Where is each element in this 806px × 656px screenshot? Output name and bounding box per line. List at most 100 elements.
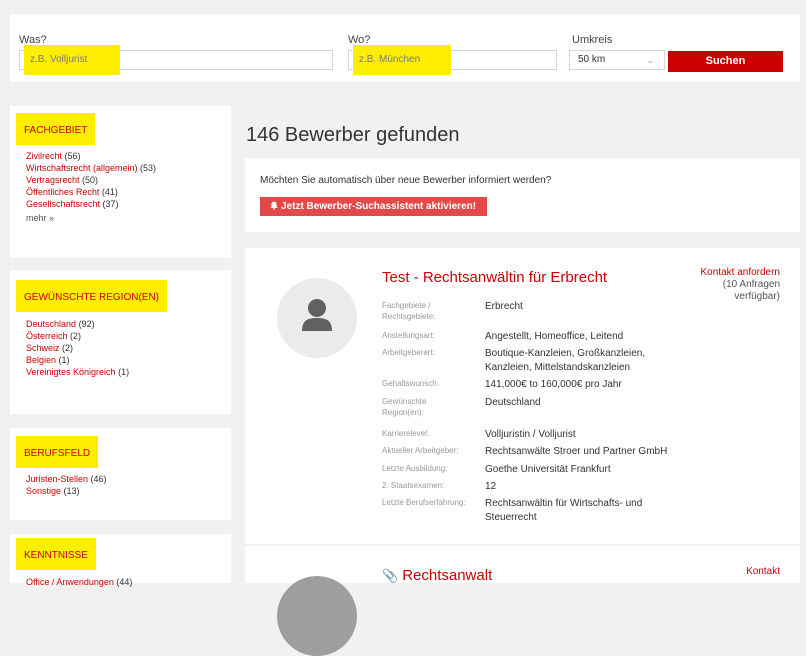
chevron-down-icon: ⌄ bbox=[646, 55, 654, 65]
facet-item-count: (56) bbox=[64, 151, 81, 161]
facet-item[interactable]: Deutschland (92) bbox=[26, 318, 129, 330]
detail-label: Letzte Ausbildung: bbox=[382, 464, 448, 473]
bell-icon bbox=[270, 201, 278, 210]
kontakt-anfordern-link[interactable]: Kontakt anfordern (10 Anfragen verfügbar… bbox=[695, 267, 781, 303]
facet-item-label[interactable]: Schweiz bbox=[26, 343, 60, 353]
activate-assistant-button[interactable]: Jetzt Bewerber-Suchassistent aktivieren! bbox=[260, 197, 488, 216]
facet-item-label[interactable]: Zivilrecht bbox=[26, 151, 62, 161]
facet-item-count: (92) bbox=[78, 319, 95, 329]
facet-item-count: (44) bbox=[116, 577, 133, 587]
facet-item[interactable]: Österreich (2) bbox=[26, 330, 129, 342]
wo-input[interactable]: z.B. München bbox=[348, 45, 557, 75]
kontakt-link[interactable]: Kontakt bbox=[746, 566, 780, 578]
facet-item[interactable]: Office / Anwendungen (44) bbox=[26, 576, 132, 588]
facet-item-label[interactable]: Sonstige bbox=[26, 486, 61, 496]
facet-fachgebiet: FACHGEBIET Zivilrecht (56) Wirtschaftsre… bbox=[10, 106, 231, 258]
kontakt-sub: (10 Anfragen verfügbar) bbox=[722, 279, 780, 302]
was-placeholder: z.B. Volljurist bbox=[24, 45, 120, 75]
user-icon bbox=[302, 299, 332, 331]
kontakt-label[interactable]: Kontakt anfordern bbox=[695, 267, 781, 279]
card-title-wrap[interactable]: 📎 Rechtsanwalt bbox=[382, 567, 492, 584]
facet-item-label[interactable]: Juristen-Stellen bbox=[26, 474, 88, 484]
facet-item[interactable]: Schweiz (2) bbox=[26, 342, 129, 354]
detail-value: Boutique-Kanzleien, Großkanzleien, Kanzl… bbox=[485, 348, 646, 373]
facet-title: BERUFSFELD bbox=[16, 436, 99, 468]
detail-label: Letzte Berufserfahrung: bbox=[382, 498, 466, 507]
detail-label: Arbeitgeberart: bbox=[382, 348, 435, 357]
paperclip-icon: 📎 bbox=[382, 568, 399, 583]
facet-item-label[interactable]: Vertragsrecht bbox=[26, 175, 80, 185]
alert-text: Möchten Sie automatisch über neue Bewerb… bbox=[260, 175, 552, 186]
umkreis-label: Umkreis bbox=[572, 34, 613, 46]
card-title[interactable]: Test - Rechtsanwältin für Erbrecht bbox=[382, 269, 607, 286]
candidate-card[interactable]: 📎 Rechtsanwalt Kontakt bbox=[245, 546, 800, 656]
detail-label: Anstellungsart: bbox=[382, 331, 435, 340]
facet-region: GEWÜNSCHTE REGION(EN) Deutschland (92) Ö… bbox=[10, 270, 231, 414]
facet-title: KENNTNISSE bbox=[16, 538, 96, 570]
umkreis-value: 50 km bbox=[578, 54, 606, 65]
detail-label: Karrierelevel: bbox=[382, 429, 430, 438]
facet-item-count: (46) bbox=[90, 474, 107, 484]
facet-item-count: (13) bbox=[63, 486, 80, 496]
facet-item-label[interactable]: Deutschland bbox=[26, 319, 76, 329]
detail-value: 141,000€ to 160,000€ pro Jahr bbox=[485, 379, 622, 390]
search-assistant-box: Möchten Sie automatisch über neue Bewerb… bbox=[245, 158, 800, 232]
detail-label: Fachgebiete / Rechtsgebiete: bbox=[382, 301, 436, 321]
search-panel: Was? z.B. Volljurist Wo? z.B. München Um… bbox=[10, 14, 800, 82]
facet-item[interactable]: Öffentliches Recht (41) bbox=[26, 186, 156, 198]
facet-item-count: (50) bbox=[82, 175, 99, 185]
facet-item-count: (37) bbox=[102, 199, 119, 209]
facet-list: Deutschland (92) Österreich (2) Schweiz … bbox=[26, 318, 129, 378]
was-input[interactable]: z.B. Volljurist bbox=[19, 45, 333, 75]
candidate-card[interactable]: Test - Rechtsanwältin für Erbrecht Konta… bbox=[245, 248, 800, 544]
results-count-title: 146 Bewerber gefunden bbox=[246, 124, 460, 146]
detail-value: Deutschland bbox=[485, 397, 541, 408]
wo-placeholder: z.B. München bbox=[353, 45, 451, 75]
detail-value: Angestellt, Homeoffice, Leitend bbox=[485, 331, 624, 342]
facet-item-count: (2) bbox=[70, 331, 82, 341]
facet-item[interactable]: Vertragsrecht (50) bbox=[26, 174, 156, 186]
facet-title: FACHGEBIET bbox=[16, 113, 96, 145]
detail-label: Aktueller Arbeitgeber: bbox=[382, 446, 459, 455]
detail-value: Erbrecht bbox=[485, 301, 523, 312]
facet-item-count: (1) bbox=[118, 367, 130, 377]
detail-label: 2. Staatsexamen: bbox=[382, 481, 445, 490]
facet-item-label[interactable]: Office / Anwendungen bbox=[26, 577, 114, 587]
facet-item[interactable]: Vereinigtes Königreich (1) bbox=[26, 366, 129, 378]
facet-item-count: (2) bbox=[62, 343, 74, 353]
facet-item[interactable]: Wirtschaftsrecht (allgemein) (53) bbox=[26, 162, 156, 174]
facet-item-count: (1) bbox=[58, 355, 70, 365]
facet-item[interactable]: Zivilrecht (56) bbox=[26, 150, 156, 162]
more-link[interactable]: mehr » bbox=[26, 212, 156, 224]
facet-list: Zivilrecht (56) Wirtschaftsrecht (allgem… bbox=[26, 150, 156, 224]
facet-item-count: (53) bbox=[140, 163, 157, 173]
detail-label: Gehaltswunsch: bbox=[382, 379, 439, 388]
facet-item-count: (41) bbox=[101, 187, 118, 197]
facet-item[interactable]: Gesellschaftsrecht (37) bbox=[26, 198, 156, 210]
detail-label: Gewünschte Region(en): bbox=[382, 397, 427, 417]
detail-value: Volljuristin / Volljurist bbox=[485, 429, 576, 440]
avatar bbox=[277, 576, 357, 656]
search-button[interactable]: Suchen bbox=[668, 51, 783, 72]
detail-value: Goethe Universität Frankfurt bbox=[485, 464, 611, 475]
facet-item[interactable]: Sonstige (13) bbox=[26, 485, 107, 497]
card-title[interactable]: Rechtsanwalt bbox=[402, 567, 492, 584]
avatar bbox=[277, 278, 357, 358]
umkreis-select[interactable]: 50 km ⌄ bbox=[569, 50, 665, 70]
facet-item[interactable]: Belgien (1) bbox=[26, 354, 129, 366]
facet-item-label[interactable]: Österreich bbox=[26, 331, 68, 341]
facet-item-label[interactable]: Gesellschaftsrecht bbox=[26, 199, 100, 209]
facet-item-label[interactable]: Öffentliches Recht bbox=[26, 187, 99, 197]
facet-item-label[interactable]: Belgien bbox=[26, 355, 56, 365]
facet-kenntnisse: KENNTNISSE Office / Anwendungen (44) bbox=[10, 534, 231, 587]
detail-value: 12 bbox=[485, 481, 497, 492]
facet-list: Juristen-Stellen (46) Sonstige (13) bbox=[26, 473, 107, 497]
facet-berufsfeld: BERUFSFELD Juristen-Stellen (46) Sonstig… bbox=[10, 428, 231, 520]
detail-value: Rechtsanwältin für Wirtschafts- und Steu… bbox=[485, 498, 643, 523]
detail-value: Rechtsanwälte Stroer und Partner GmbH bbox=[485, 446, 668, 457]
facet-item-label[interactable]: Vereinigtes Königreich bbox=[26, 367, 116, 377]
facet-title: GEWÜNSCHTE REGION(EN) bbox=[16, 280, 167, 312]
facet-item[interactable]: Juristen-Stellen (46) bbox=[26, 473, 107, 485]
facet-item-label[interactable]: Wirtschaftsrecht (allgemein) bbox=[26, 163, 138, 173]
activate-assistant-label: Jetzt Bewerber-Suchassistent aktivieren! bbox=[281, 201, 477, 212]
